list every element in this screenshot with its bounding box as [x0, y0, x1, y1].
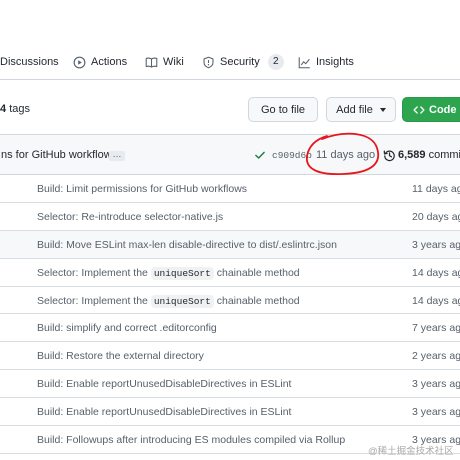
table-row: Build: Enable reportUnusedDisableDirecti… [0, 370, 460, 399]
row-commit-message[interactable]: Build: Restore the external directory [37, 350, 204, 362]
row-commit-age: 11 days ago [412, 183, 460, 195]
table-row: Selector: Re-introduce selector-native.j… [0, 203, 460, 231]
table-row: Build: Move ESLint max-len disable-direc… [0, 230, 460, 259]
row-commit-age: 3 years ago [412, 406, 460, 419]
row-commit-message[interactable]: Build: simplify and correct .editorconfi… [37, 322, 217, 334]
history-icon [383, 150, 395, 162]
row-commit-message-text: Selector: Implement the [37, 266, 151, 279]
check-icon [255, 151, 265, 159]
commits-label: commit [428, 149, 460, 161]
watermark-text: @稀土掘金技术社区 [368, 446, 454, 457]
commits-link[interactable]: 6,589 commit [398, 149, 460, 161]
repo-nav: Discussions Actions Wiki Security 2 Insi… [0, 0, 460, 80]
row-commit-age: 7 years ago [412, 322, 460, 335]
tags-link[interactable]: 4 tags [0, 103, 30, 115]
add-file-label: Add file [336, 103, 373, 116]
go-to-file-label: Go to file [260, 103, 306, 116]
tab-actions-label: Actions [91, 56, 128, 68]
add-file-button[interactable]: Add file [326, 97, 396, 122]
tab-discussions[interactable]: Discussions [0, 52, 59, 72]
tab-discussions-label: Discussions [0, 56, 59, 68]
commits-count: 6,589 [398, 149, 426, 161]
tab-actions[interactable]: Actions [73, 52, 127, 72]
row-commit-age: 20 days ago [412, 210, 460, 223]
tags-label: tags [9, 103, 30, 115]
table-row: Build: Limit permissions for GitHub work… [0, 175, 460, 203]
play-circle-icon [73, 56, 86, 68]
row-commit-age: 14 days ago [412, 266, 460, 279]
chevron-down-icon [379, 107, 386, 112]
tab-wiki-label: Wiki [163, 56, 184, 68]
row-commit-message[interactable]: Build: Enable reportUnusedDisableDirecti… [37, 406, 291, 418]
row-commit-message[interactable]: Build: Limit permissions for GitHub work… [37, 183, 247, 195]
table-row: Build: Enable reportUnusedDisableDirecti… [0, 398, 460, 427]
table-row: Selector: Implement the uniqueSort chain… [0, 259, 460, 287]
row-commit-age: 2 years ago [412, 350, 460, 363]
table-row: Build: Restore the external directory 2 … [0, 342, 460, 371]
code-icon [413, 105, 425, 114]
row-commit-message[interactable]: Build: Enable reportUnusedDisableDirecti… [37, 378, 291, 390]
inline-code: uniqueSort [150, 266, 214, 280]
row-commit-age: 3 years ago [412, 238, 460, 251]
go-to-file-button[interactable]: Go to file [248, 97, 318, 122]
commit-time: 11 days ago [316, 149, 376, 161]
table-row: Selector: Implement the uniqueSort chain… [0, 287, 460, 315]
row-commit-message[interactable]: Build: Followups after introducing ES mo… [37, 434, 345, 446]
latest-commit-message[interactable]: ns for GitHub workflows [1, 149, 117, 161]
book-icon [145, 57, 158, 68]
row-commit-message-text: chainable method [213, 294, 300, 307]
code-button[interactable]: Code [402, 97, 460, 122]
row-commit-age: 14 days ago [412, 294, 460, 307]
tab-security[interactable]: Security 2 [202, 52, 284, 72]
file-rows: Build: Limit permissions for GitHub work… [0, 175, 460, 454]
expand-commit-button[interactable]: … [109, 150, 125, 161]
file-list-box: ns for GitHub workflows … c909d6b 11 day… [0, 134, 460, 460]
tab-insights[interactable]: Insights [298, 52, 354, 72]
tab-security-label: Security [220, 56, 260, 68]
graph-icon [298, 56, 310, 68]
commit-sha-link[interactable]: c909d6b [272, 150, 312, 161]
row-commit-message[interactable]: Build: Move ESLint max-len disable-direc… [37, 239, 337, 251]
tags-count: 4 [0, 103, 7, 115]
inline-code: uniqueSort [150, 294, 214, 308]
row-commit-message[interactable]: Selector: Re-introduce selector-native.j… [37, 211, 223, 223]
row-commit-age: 3 years ago [412, 378, 460, 391]
table-row: Build: simplify and correct .editorconfi… [0, 314, 460, 343]
security-count-badge: 2 [267, 54, 284, 70]
shield-icon [203, 56, 214, 68]
row-commit-message[interactable]: Selector: Implement the uniqueSort chain… [37, 294, 300, 308]
tab-insights-label: Insights [316, 56, 354, 68]
code-label: Code [429, 103, 457, 116]
row-commit-message-text: chainable method [213, 266, 300, 279]
row-commit-message-text: Selector: Implement the [37, 294, 151, 307]
latest-commit-bar: ns for GitHub workflows … c909d6b 11 day… [0, 135, 460, 175]
tab-wiki[interactable]: Wiki [145, 52, 184, 72]
row-commit-message[interactable]: Selector: Implement the uniqueSort chain… [37, 266, 300, 280]
